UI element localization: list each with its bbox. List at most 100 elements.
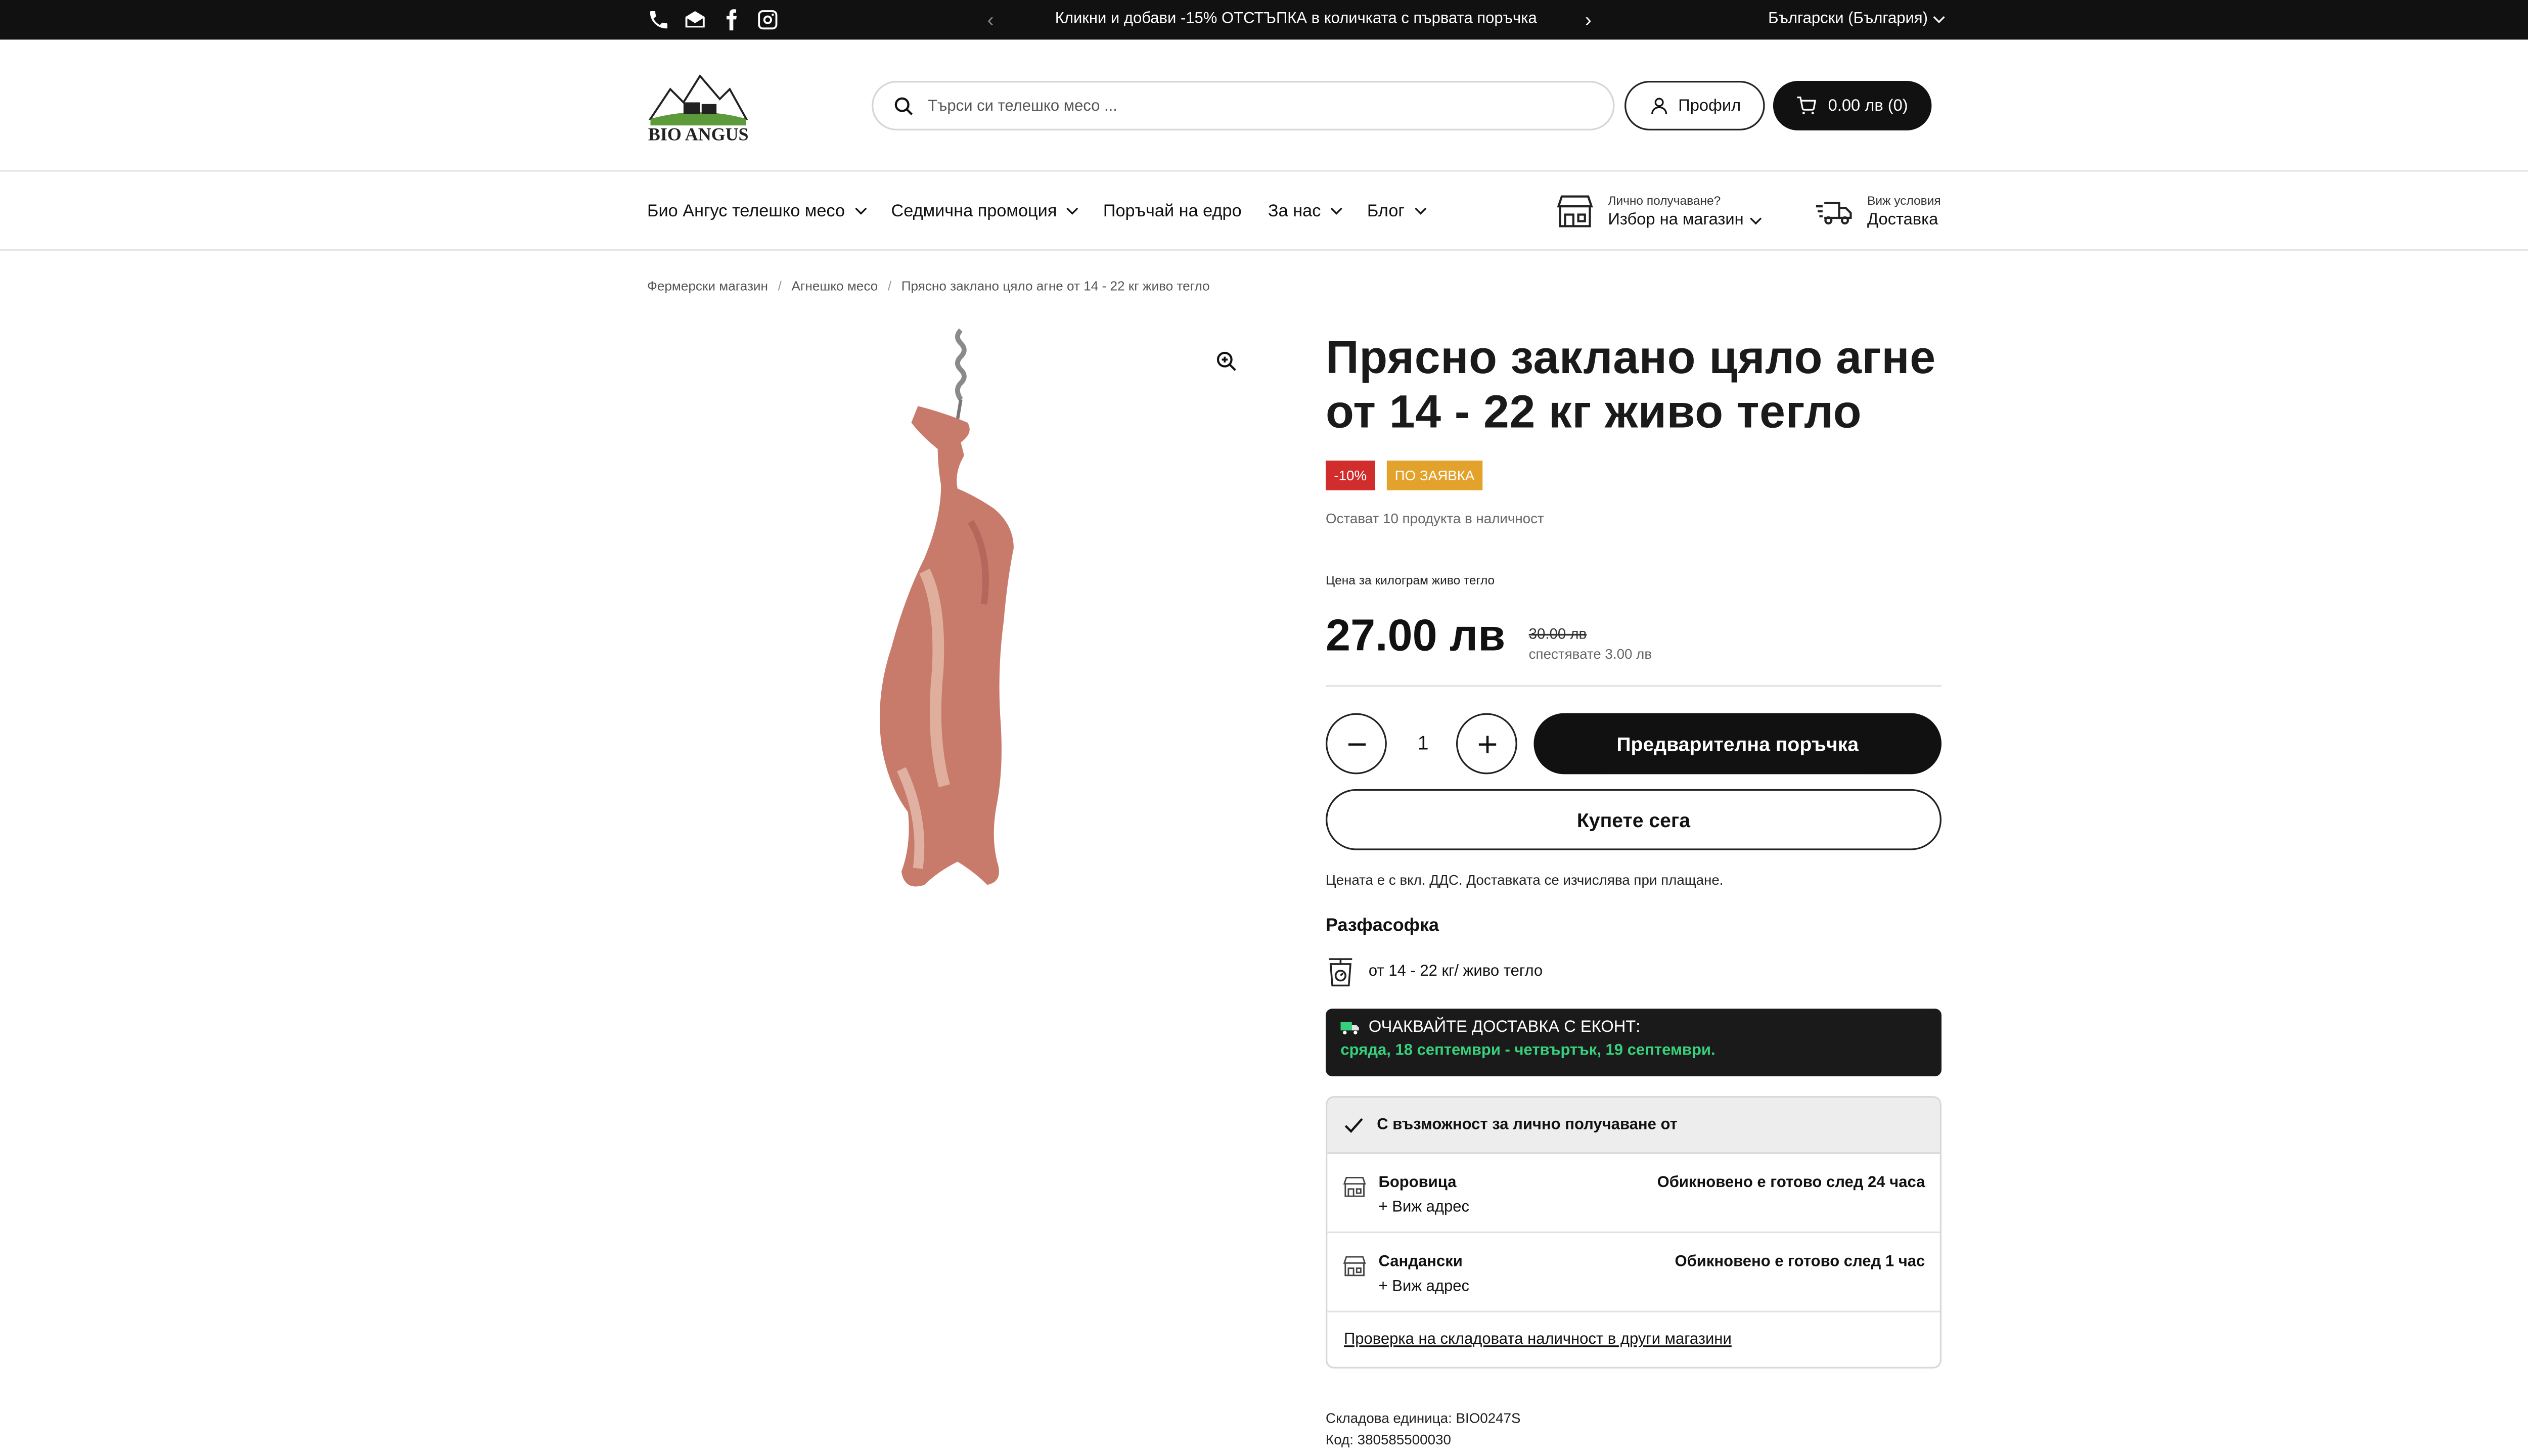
zoom-icon[interactable] [1215,350,1238,373]
lamb-carcass-image [879,406,1014,887]
logo-text: BIO ANGUS [648,124,749,145]
packaging-option: от 14 - 22 кг/ живо тегло [1326,956,1543,987]
quantity-decrease-button[interactable] [1326,713,1387,775]
quantity-increase-button[interactable] [1456,713,1517,775]
view-address-link[interactable]: + Виж адрес [1379,1278,1469,1296]
store-icon [1343,1256,1366,1277]
minus-icon [1347,742,1365,745]
search-input[interactable] [928,97,1555,115]
discount-badge: -10% [1326,461,1375,490]
chevron-down-icon [1066,203,1078,215]
pickup-store-row: Сандански + Виж адрес Обикновено е готов… [1327,1233,1940,1312]
divider [1326,685,1942,687]
delivery-estimate: ОЧАКВАЙТЕ ДОСТАВКА С ЕКОНТ: сряда, 18 се… [1326,1009,1942,1076]
nav-label: За нас [1268,201,1321,221]
breadcrumb-separator: / [778,279,782,294]
vat-note: Цената е с вкл. ДДС. Доставката се изчис… [1326,872,1724,888]
nav-label: Поръчай на едро [1103,201,1242,221]
nav-item-wholesale[interactable]: Поръчай на едро [1103,201,1242,221]
store-icon [1557,195,1593,228]
delivery-truck-icon [1816,202,1852,224]
chevron-down-icon [1932,11,1945,23]
product-price: 27.00 лв [1326,611,1506,661]
language-selector[interactable]: Български (България) [1768,10,1945,28]
announcement-bar: ‹ Кликни и добави -15% ОТСТЪПКА в количк… [0,0,2528,40]
compare-price: 30.00 лв [1528,625,1587,643]
preorder-badge: ПО ЗАЯВКА [1386,461,1483,490]
nav-label: Седмична промоция [891,201,1057,221]
chevron-down-icon [854,203,867,215]
checkmark-icon [1344,1117,1363,1132]
cart-icon [1797,97,1817,115]
product-title: Прясно заклано цяло агне от 14 - 22 кг ж… [1326,330,1942,439]
site-logo[interactable]: BIO ANGUS [644,63,753,145]
search-icon [894,96,913,115]
hook-image [955,328,967,420]
scale-icon [1329,958,1352,987]
language-label: Български (България) [1768,10,1928,28]
preorder-button[interactable]: Предварителна поръчка [1533,713,1942,775]
truck-icon [1340,1022,1359,1035]
profile-button[interactable]: Профил [1624,80,1765,130]
store-ready-time: Обикновено е готово след 1 час [1675,1253,1925,1271]
site-header: BIO ANGUS Профил 0.00 лв (0) [0,39,2528,172]
nav-item-weekly-promo[interactable]: Седмична промоция [891,201,1078,221]
product-title-line1: Прясно заклано цяло агне [1326,332,1936,383]
nav-item-about[interactable]: За нас [1268,201,1342,221]
main-navigation: Био Ангус телешко месо Седмична промоция… [0,172,2528,251]
instagram-icon[interactable] [756,7,780,33]
pickup-availability: С възможност за лично получаване от Боро… [1326,1096,1942,1369]
view-address-link[interactable]: + Виж адрес [1379,1199,1469,1217]
delivery-estimate-title: ОЧАКВАЙТЕ ДОСТАВКА С ЕКОНТ: [1368,1018,1641,1037]
quantity-input[interactable]: 1 [1415,732,1431,755]
packaging-heading: Разфасофка [1326,916,1439,936]
cart-button[interactable]: 0.00 лв (0) [1773,80,1932,130]
breadcrumb-current: Прясно заклано цяло агне от 14 - 22 кг ж… [901,279,1210,294]
product-code: Код: 380585500030 [1326,1431,1451,1448]
plus-icon [1478,735,1496,753]
chevron-down-icon [1414,203,1426,215]
product-sku: Складова единица: BIO0247S [1326,1409,1521,1427]
savings-amount: спестявате 3.00 лв [1528,645,1652,662]
chevron-right-icon[interactable]: › [1585,8,1592,31]
user-icon [1650,98,1666,114]
store-name: Боровица [1378,1173,1457,1192]
nav-item-blog[interactable]: Блог [1367,201,1426,221]
delivery-big-label: Доставка [1867,211,1938,230]
product-badges: -10% ПО ЗАЯВКА [1326,461,1483,490]
unit-note: Цена за килограм живо тегло [1326,573,1495,588]
social-links [647,7,779,33]
delivery-estimate-dates: сряда, 18 септември - четвъртък, 19 септ… [1340,1041,1716,1060]
breadcrumb: Фермерски магазин / Агнешко месо / Прясн… [647,279,1210,294]
search-bar[interactable] [872,80,1615,130]
breadcrumb-item[interactable]: Фермерски магазин [647,279,768,294]
breadcrumb-item[interactable]: Агнешко месо [791,279,878,294]
pickup-heading: С възможност за лично получаване от [1377,1116,1678,1134]
store-icon [1343,1176,1366,1197]
store-ready-time: Обикновено е готово след 24 часа [1657,1173,1925,1192]
buy-now-button[interactable]: Купете сега [1326,789,1942,850]
store-name: Сандански [1378,1253,1463,1271]
chevron-left-icon[interactable]: ‹ [987,8,994,31]
nav-item-bio-angus[interactable]: Био Ангус телешко месо [647,201,867,221]
phone-icon[interactable] [647,7,670,33]
store-big-label: Избор на магазин [1608,211,1744,230]
email-icon[interactable] [684,7,707,33]
stock-status: Остават 10 продукта в наличност [1326,510,1544,527]
announcement-text[interactable]: Кликни и добави -15% ОТСТЪПКА в количкат… [1023,10,1568,28]
cart-total: 0.00 лв (0) [1828,97,1908,115]
packaging-value: от 14 - 22 кг/ живо тегло [1368,962,1543,981]
product-image[interactable] [647,324,1261,904]
delivery-small-label: Виж условия [1867,193,1941,208]
delivery-info[interactable]: Виж условия Доставка [1815,193,1941,230]
store-small-label: Лично получаване? [1608,193,1721,208]
check-other-stores-link[interactable]: Проверка на складовата наличност в други… [1344,1331,1732,1349]
profile-label: Профил [1678,97,1741,115]
chevron-down-icon [1330,203,1342,215]
product-info: Прясно заклано цяло агне от 14 - 22 кг ж… [1326,324,1942,1448]
pickup-store-row: Боровица + Виж адрес Обикновено е готово… [1327,1154,1940,1234]
chevron-down-icon [1750,212,1762,224]
nav-label: Блог [1367,201,1405,221]
store-selector[interactable]: Лично получаване? Избор на магазин [1555,193,1762,230]
facebook-icon[interactable] [720,7,743,33]
